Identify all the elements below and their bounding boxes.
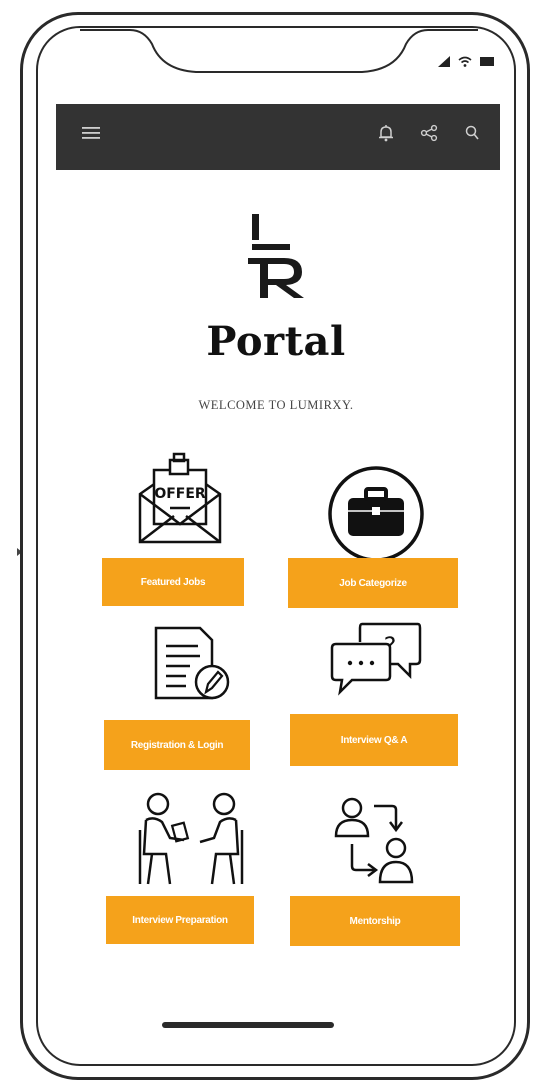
mentorship-button[interactable]: Mentorship: [290, 896, 460, 946]
briefcase-icon: [328, 466, 424, 562]
job-categorize-button[interactable]: Job Categorize: [288, 558, 458, 608]
search-icon[interactable]: [464, 124, 480, 147]
home-indicator[interactable]: [162, 1022, 334, 1028]
battery-icon: [480, 54, 494, 72]
welcome-text: WELCOME TO LUMIRXY.: [198, 398, 354, 412]
offer-envelope-icon: OFFER: [138, 452, 222, 544]
app-bar: [56, 104, 500, 170]
wifi-icon: [458, 54, 472, 72]
form-pencil-icon: [154, 626, 230, 700]
signal-icon: [438, 54, 450, 72]
people-interview-icon: [138, 792, 244, 885]
status-bar: [438, 54, 494, 72]
menu-icon[interactable]: [82, 126, 100, 145]
share-icon[interactable]: [420, 124, 438, 147]
phone-screen: Portal WELCOME TO LUMIRXY. OFFER Feature…: [36, 26, 516, 1066]
interview-qa-button[interactable]: Interview Q& A: [290, 714, 458, 766]
interview-preparation-button[interactable]: Interview Preparation: [106, 896, 254, 944]
svg-text:OFFER: OFFER: [154, 486, 206, 502]
registration-login-button[interactable]: Registration & Login: [104, 720, 250, 770]
mentorship-icon: [334, 797, 414, 884]
chat-question-icon: ?: [330, 622, 422, 696]
bell-icon[interactable]: [378, 124, 394, 147]
lr-logo-icon: [248, 214, 304, 298]
page-title: Portal: [206, 318, 346, 365]
featured-jobs-button[interactable]: Featured Jobs: [102, 558, 244, 606]
